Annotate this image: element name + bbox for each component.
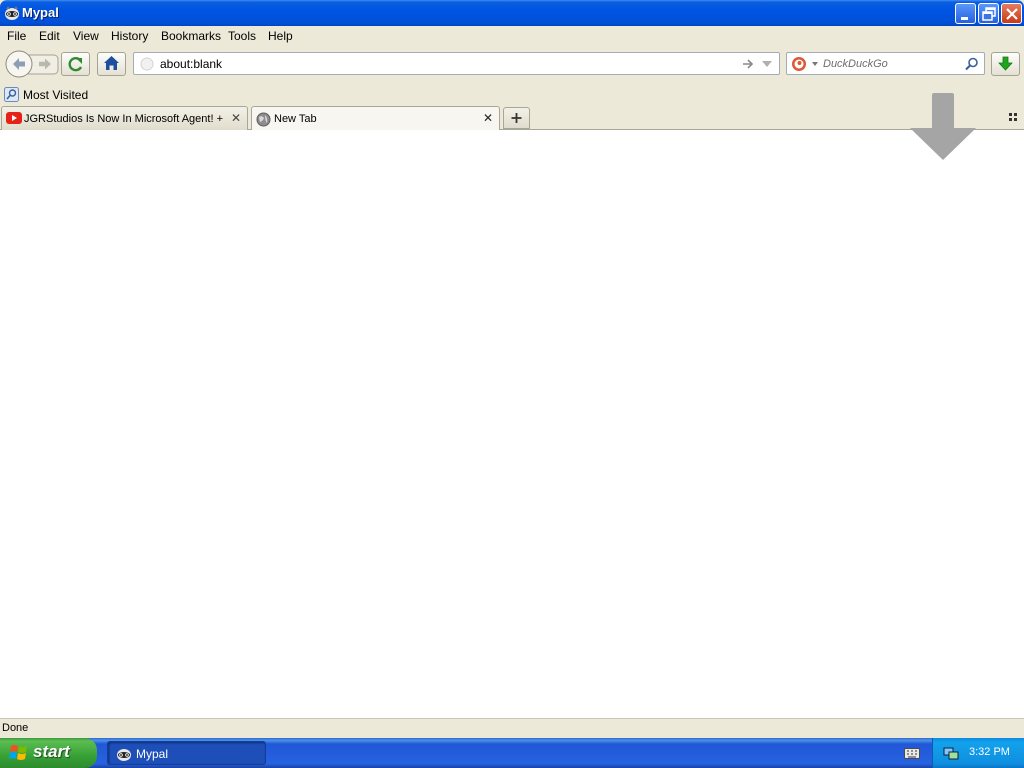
minimize-button[interactable]	[955, 3, 976, 24]
reload-button[interactable]	[61, 52, 90, 76]
tab-new-tab[interactable]: New Tab ✕	[251, 106, 500, 131]
status-bar: Done	[0, 718, 1024, 738]
taskbar-item-label: Mypal	[136, 747, 169, 761]
youtube-icon	[6, 112, 22, 124]
download-arrow-icon	[998, 56, 1013, 71]
tab-label: JGRStudios Is Now In Microsoft Agent! +.…	[24, 113, 224, 125]
go-arrow-icon[interactable]	[742, 58, 755, 70]
taskbar: start Mypal 3:32 PM	[0, 738, 1024, 768]
back-button[interactable]	[5, 50, 32, 78]
mypal-app-icon	[5, 6, 19, 20]
system-tray: 3:32 PM	[932, 738, 1024, 768]
forward-button[interactable]	[33, 55, 59, 74]
home-button[interactable]	[97, 52, 126, 76]
new-tab-button[interactable]	[503, 107, 530, 129]
menu-bookmarks[interactable]: Bookmarks	[161, 29, 221, 43]
search-placeholder: DuckDuckGo	[823, 58, 888, 70]
url-text[interactable]: about:blank	[160, 57, 222, 71]
title-bar[interactable]: Mypal	[0, 0, 1024, 26]
restore-button[interactable]	[978, 3, 999, 24]
page-icon	[140, 57, 154, 71]
search-bar[interactable]: DuckDuckGo	[786, 52, 985, 75]
navigation-toolbar: about:blank DuckDuckGo	[0, 46, 1024, 84]
menu-file[interactable]: File	[7, 29, 26, 43]
clock[interactable]: 3:32 PM	[969, 746, 1010, 758]
restore-icon	[982, 7, 996, 21]
tab-close-icon[interactable]: ✕	[483, 111, 493, 125]
menu-history[interactable]: History	[111, 29, 148, 43]
url-bar[interactable]: about:blank	[133, 52, 780, 75]
reload-icon	[68, 57, 83, 72]
history-dropdown-icon[interactable]	[762, 61, 773, 68]
mypal-app-icon	[117, 749, 131, 761]
menu-bar: File Edit View History Bookmarks Tools H…	[0, 26, 1024, 46]
tab-close-icon[interactable]: ✕	[231, 111, 241, 125]
keyboard-icon[interactable]	[904, 746, 920, 760]
duckduckgo-icon[interactable]	[791, 56, 819, 72]
tab-bar: JGRStudios Is Now In Microsoft Agent! +.…	[0, 105, 1024, 131]
menu-help[interactable]: Help	[268, 29, 293, 43]
tab-label: New Tab	[274, 113, 317, 125]
globe-icon	[256, 112, 271, 127]
close-button[interactable]	[1001, 3, 1022, 24]
home-icon	[104, 56, 119, 70]
close-icon	[1006, 8, 1018, 20]
menu-edit[interactable]: Edit	[39, 29, 60, 43]
taskbar-item-mypal[interactable]: Mypal	[107, 741, 266, 765]
start-button[interactable]: start	[0, 738, 97, 768]
menu-view[interactable]: View	[73, 29, 99, 43]
windows-logo-icon	[9, 745, 27, 760]
most-visited-label: Most Visited	[23, 88, 89, 102]
minimize-icon	[961, 17, 968, 20]
page-content[interactable]	[0, 130, 1024, 718]
start-label: start	[33, 742, 70, 761]
tab-jgrstudios[interactable]: JGRStudios Is Now In Microsoft Agent! +.…	[1, 106, 248, 130]
downloads-button[interactable]	[991, 52, 1020, 76]
tab-grid-icon[interactable]	[1009, 113, 1018, 122]
bookmarks-toolbar: Most Visited	[0, 84, 1024, 105]
plus-icon	[511, 113, 522, 123]
most-visited-icon	[4, 87, 19, 102]
window-title: Mypal	[22, 5, 59, 20]
menu-tools[interactable]: Tools	[228, 29, 256, 43]
network-icon[interactable]	[943, 745, 959, 761]
search-icon[interactable]	[965, 57, 979, 71]
status-text: Done	[2, 722, 29, 734]
download-hint-arrow-icon	[910, 93, 976, 160]
